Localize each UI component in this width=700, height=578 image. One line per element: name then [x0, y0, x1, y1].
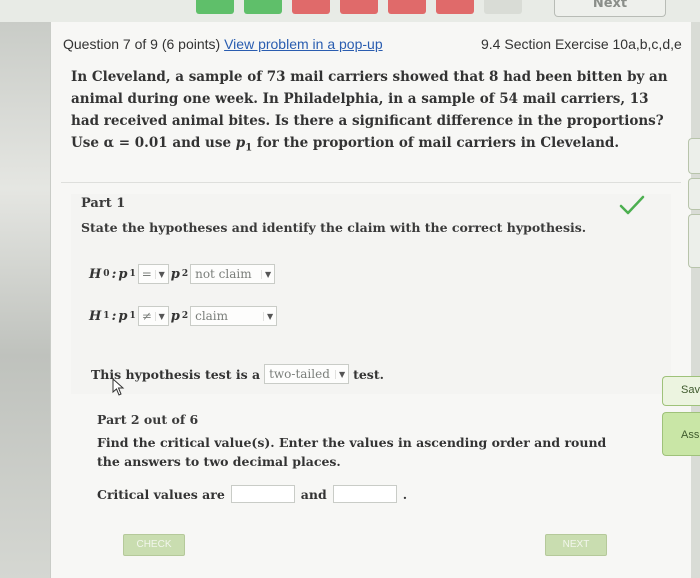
nav-question-5[interactable] [388, 0, 426, 14]
popup-link[interactable]: View problem in a pop-up [224, 36, 383, 52]
part2-instruction: Find the critical value(s). Enter the va… [97, 435, 607, 469]
test-type-dropdown[interactable]: two-tailed ▼ [264, 364, 350, 384]
question-meta: Question 7 of 9 (6 points) View problem … [63, 36, 383, 52]
h0-operator-value: = [141, 267, 152, 281]
h0-sub: 0 [103, 269, 110, 279]
chevron-down-icon: ▼ [263, 311, 276, 321]
test-suffix: test. [353, 366, 384, 382]
null-hypothesis-row: H0: p1 = ▼ p2 not claim ▼ [89, 264, 276, 284]
right-tab-1[interactable] [688, 138, 700, 174]
h0-label: H [89, 266, 102, 282]
top-next-button[interactable]: Next [554, 0, 666, 17]
test-type-value: two-tailed [269, 367, 330, 381]
chevron-down-icon: ▼ [261, 269, 274, 279]
nav-question-4[interactable] [340, 0, 378, 14]
h0-p2-sub: 2 [181, 269, 189, 279]
problem-statement: In Cleveland, a sample of 73 mail carrie… [71, 66, 676, 160]
alt-hypothesis-row: H1: p1 ≠ ▼ p2 claim ▼ [89, 306, 278, 326]
p-subscript: 1 [245, 142, 253, 154]
mouse-cursor-icon [112, 378, 125, 396]
test-type-row: This hypothesis test is a two-tailed ▼ t… [91, 364, 384, 384]
h1-p1-sub: 1 [129, 311, 136, 321]
assignment-tab[interactable]: Ass [662, 412, 700, 456]
h1-claim-dropdown[interactable]: claim ▼ [190, 306, 278, 326]
check-button[interactable]: CHECK [123, 534, 185, 556]
right-tab-3[interactable] [688, 214, 700, 268]
h0-operator-dropdown[interactable]: = ▼ [137, 264, 169, 284]
chevron-down-icon: ▼ [154, 269, 168, 279]
right-tab-2[interactable] [688, 178, 700, 210]
end-period: . [402, 486, 408, 502]
h1-p2: p [170, 308, 180, 324]
nav-question-1[interactable] [196, 0, 234, 14]
h0-p1: p [118, 266, 128, 282]
critical-value-2-input[interactable] [332, 485, 397, 503]
part2-title: Part 2 out of 6 [97, 412, 199, 427]
question-number: Question 7 of 9 (6 points) [63, 36, 221, 52]
part1-instruction: State the hypotheses and identify the cl… [81, 220, 587, 235]
alpha-symbol: α [103, 135, 115, 151]
p-symbol: p [235, 135, 246, 151]
top-nav-bar: Next [0, 0, 700, 22]
correct-check-icon [619, 195, 645, 215]
nav-question-3[interactable] [292, 0, 330, 14]
and-label: and [300, 486, 327, 502]
part1-section: Part 1 State the hypotheses and identify… [71, 194, 671, 394]
question-panel: Question 7 of 9 (6 points) View problem … [50, 22, 691, 578]
background-left [0, 22, 50, 578]
critical-values-row: Critical values are and . [97, 485, 657, 503]
assignment-label: Ass [681, 429, 700, 441]
chevron-down-icon: ▼ [335, 369, 348, 379]
nav-question-7[interactable] [484, 0, 522, 14]
nav-question-6[interactable] [436, 0, 474, 14]
critical-value-1-input[interactable] [230, 485, 295, 503]
h1-p2-sub: 2 [181, 311, 189, 321]
critical-values-label: Critical values are [97, 486, 225, 502]
h0-p2: p [170, 266, 180, 282]
alpha-value: = 0.01 and use [118, 135, 232, 151]
part2-section: Part 2 out of 6 Find the critical value(… [97, 412, 657, 503]
nav-question-2[interactable] [244, 0, 282, 14]
divider [61, 182, 681, 183]
h0-p1-sub: 1 [129, 269, 136, 279]
section-label: 9.4 Section Exercise 10a,b,c,d,e [481, 36, 682, 52]
h0-claim-dropdown[interactable]: not claim ▼ [190, 264, 276, 284]
h1-claim-value: claim [195, 309, 229, 323]
h1-operator-value: ≠ [141, 309, 152, 323]
next-button[interactable]: NEXT [545, 534, 607, 556]
h1-p1: p [118, 308, 128, 324]
save-tab[interactable]: Sav [662, 376, 700, 406]
chevron-down-icon: ▼ [154, 311, 168, 321]
part1-title: Part 1 [81, 196, 126, 211]
h1-sub: 1 [103, 311, 110, 321]
h0-claim-value: not claim [195, 267, 252, 281]
save-label: Sav [681, 384, 700, 396]
h1-operator-dropdown[interactable]: ≠ ▼ [137, 306, 169, 326]
h1-label: H [89, 308, 102, 324]
problem-text-end: for the proportion of mail carriers in C… [256, 135, 620, 151]
